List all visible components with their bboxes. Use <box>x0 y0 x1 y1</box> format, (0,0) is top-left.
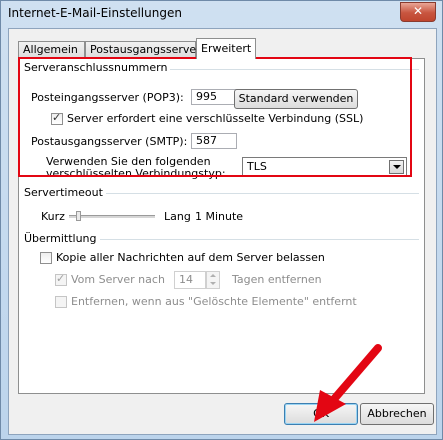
days-suffix-label: Tagen entfernen <box>232 273 322 286</box>
days-stepper[interactable] <box>206 271 220 289</box>
tab-allgemein[interactable]: Allgemein <box>18 41 85 58</box>
tab-erweitert[interactable]: Erweitert <box>196 38 256 59</box>
timeout-slider-track[interactable] <box>69 215 155 218</box>
remove-deleted-checkbox[interactable] <box>55 296 67 308</box>
keep-copy-label: Kopie aller Nachrichten auf dem Server b… <box>56 251 325 264</box>
remove-after-checkbox[interactable] <box>55 272 67 286</box>
window-title: Internet-E-Mail-Einstellungen <box>8 6 182 20</box>
timeout-value: 1 Minute <box>195 210 244 223</box>
remove-deleted-label: Entfernen, wenn aus "Gelöschte Elemente"… <box>71 295 357 308</box>
remove-days-input[interactable]: 14 <box>174 271 206 289</box>
ok-button[interactable]: OK <box>284 403 358 425</box>
close-button[interactable]: ✕ <box>400 2 436 22</box>
title-bar: Internet-E-Mail-Einstellungen ✕ <box>1 1 442 27</box>
timeout-slider-thumb[interactable] <box>76 211 81 221</box>
keep-copy-checkbox[interactable] <box>40 252 52 264</box>
group-title-timeout: Servertimeout <box>24 186 106 199</box>
close-icon: ✕ <box>412 4 424 18</box>
cancel-button[interactable]: Abbrechen <box>360 403 434 425</box>
dialog-window: Internet-E-Mail-Einstellungen ✕ Allgemei… <box>0 0 443 440</box>
group-title-delivery: Übermittlung <box>24 232 100 245</box>
highlight-box <box>18 57 412 177</box>
tab-postausgangsserver[interactable]: Postausgangsserver <box>85 41 201 58</box>
timeout-long-label: Lang <box>164 210 191 223</box>
timeout-short-label: Kurz <box>41 210 65 223</box>
remove-after-label: Vom Server nach <box>71 273 165 286</box>
